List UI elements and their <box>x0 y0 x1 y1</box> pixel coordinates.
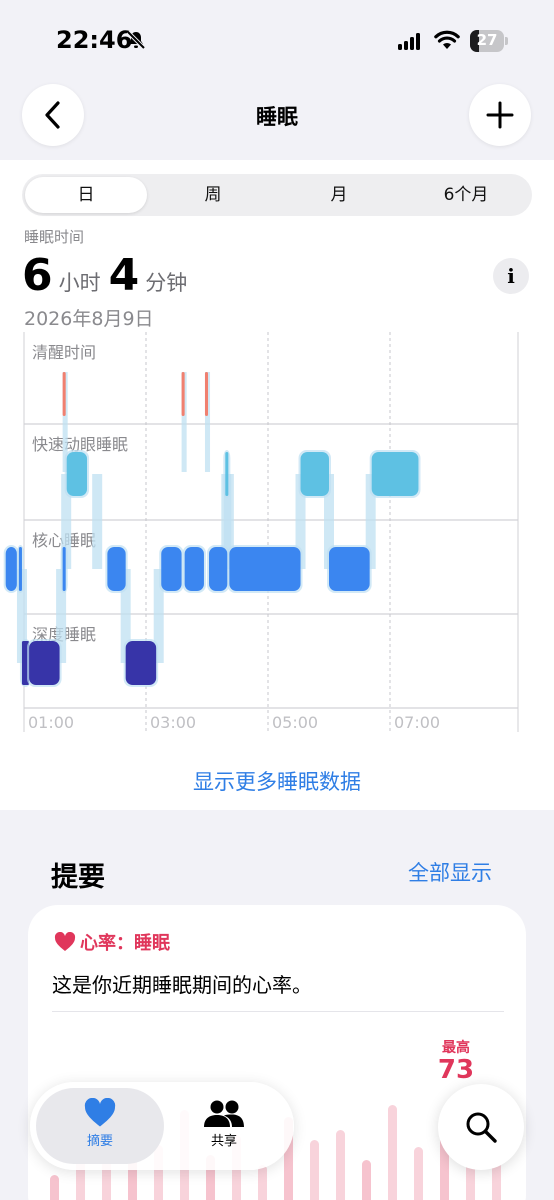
chart-bar-core <box>161 547 182 591</box>
summary-title: 提要 <box>51 862 105 893</box>
tab-sharing[interactable]: 共享 <box>160 1088 288 1164</box>
status-time: 22:46 <box>56 26 133 54</box>
chart-x-tick: 03:00 <box>150 713 196 732</box>
sleep-date: 2026年8月9日 <box>24 308 154 330</box>
tab-summary[interactable]: 摘要 <box>36 1088 164 1164</box>
heart-rate-bar <box>258 1165 267 1200</box>
cellular-signal-icon <box>398 33 420 50</box>
duration-hours: 6 <box>22 250 53 301</box>
show-more-sleep-data-link[interactable]: 显示更多睡眠数据 <box>0 766 554 796</box>
info-button[interactable]: i <box>493 258 529 294</box>
minutes-unit: 分钟 <box>145 271 188 295</box>
divider <box>52 1011 504 1012</box>
chart-bar-core <box>62 547 66 591</box>
bell-slash-icon <box>126 30 146 50</box>
heart-rate-card-header: 心率：睡眠 <box>54 929 170 955</box>
chart-x-tick: 05:00 <box>272 713 318 732</box>
people-icon <box>204 1100 244 1127</box>
heart-rate-description: 这是你近期睡眠期间的心率。 <box>52 973 312 997</box>
chart-bar-core <box>18 547 22 591</box>
chart-bar-core <box>5 547 17 591</box>
chart-bar-core <box>329 547 370 591</box>
chart-bar-awake <box>181 372 185 416</box>
heart-rate-bar <box>50 1175 59 1200</box>
chart-bar-core <box>184 547 204 591</box>
heart-icon <box>84 1098 116 1127</box>
chart-bar-awake <box>204 372 209 416</box>
max-label: 最高 <box>442 1040 470 1056</box>
segment-6-months[interactable]: 6个月 <box>402 177 530 213</box>
heart-icon <box>54 932 76 951</box>
battery-percent: 27 <box>476 31 498 49</box>
period-segmented-control: 日 周 月 6个月 <box>22 174 532 216</box>
tab-summary-label: 摘要 <box>86 1134 113 1149</box>
search-icon <box>466 1112 497 1143</box>
chart-connector <box>92 474 103 569</box>
show-all-link[interactable]: 全部显示 <box>408 857 492 887</box>
search-button[interactable] <box>438 1084 524 1170</box>
plus-icon <box>486 101 514 129</box>
chart-x-tick: 07:00 <box>394 713 440 732</box>
chart-bar-core <box>229 547 301 591</box>
heart-rate-card-title: 心率：睡眠 <box>80 933 170 954</box>
tab-bar: 摘要 共享 <box>30 1082 294 1170</box>
chart-x-tick: 01:00 <box>28 713 74 732</box>
wifi-icon <box>434 30 460 49</box>
chart-bar-rem <box>300 452 329 496</box>
sleep-stage-chart: 01:0003:0005:0007:00清醒时间快速动眼睡眠核心睡眠深度睡眠 <box>3 332 519 732</box>
sleep-main-panel: 日 周 月 6个月 睡眠时间 6 小时 4 分钟 2026年8月9日 i 01:… <box>0 160 554 810</box>
segment-week[interactable]: 周 <box>150 177 276 213</box>
duration-minutes: 4 <box>108 250 140 301</box>
sleep-duration: 6 小时 4 分钟 <box>22 250 195 301</box>
chart-stage-label: 清醒时间 <box>32 343 96 362</box>
chart-bar-rem <box>371 452 419 496</box>
segment-month[interactable]: 月 <box>276 177 402 213</box>
chart-bar-rem <box>66 452 88 496</box>
sleep-time-label: 睡眠时间 <box>24 228 85 246</box>
chart-bar-deep <box>125 641 157 685</box>
heart-rate-bar <box>388 1105 397 1200</box>
heart-rate-bar <box>310 1140 319 1200</box>
chart-bar-awake <box>62 372 66 416</box>
segment-day[interactable]: 日 <box>25 177 147 213</box>
chart-bar-core <box>209 547 228 591</box>
chart-bar-rem <box>225 452 229 496</box>
heart-rate-bar <box>362 1160 371 1200</box>
heart-rate-bar <box>414 1147 423 1200</box>
status-bar: 22:46 27 <box>0 0 554 80</box>
chart-bar-core <box>107 547 126 591</box>
info-icon: i <box>507 264 515 288</box>
heart-rate-bar <box>336 1130 345 1200</box>
add-button[interactable] <box>469 84 531 146</box>
tab-sharing-label: 共享 <box>210 1134 237 1149</box>
hours-unit: 小时 <box>58 271 101 295</box>
battery-indicator: 27 <box>470 30 508 52</box>
chart-bar-deep <box>29 641 60 685</box>
